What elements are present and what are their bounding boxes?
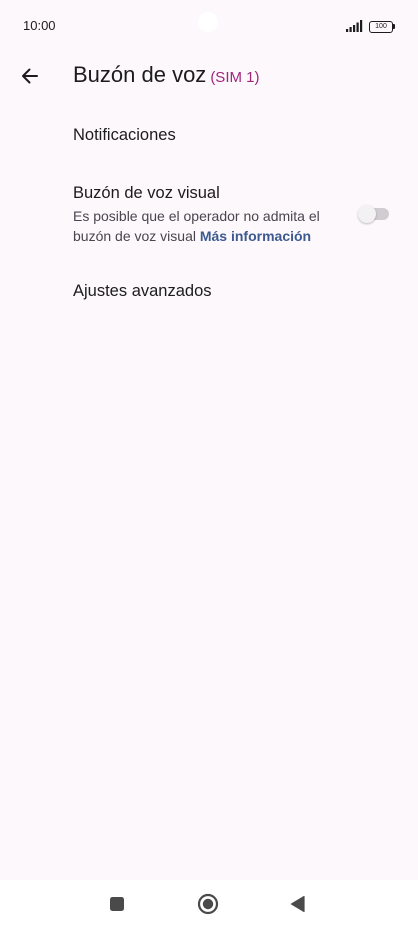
status-bar: 10:00 100 — [0, 0, 418, 52]
camera-cutout — [198, 12, 218, 32]
battery-icon: 100 — [369, 21, 395, 33]
notifications-item[interactable]: Notificaciones — [0, 110, 418, 166]
circle-icon — [197, 893, 219, 915]
back-nav-button[interactable] — [286, 892, 310, 916]
sim-label: (SIM 1) — [210, 69, 260, 86]
square-icon — [110, 897, 124, 911]
battery-tip — [393, 24, 395, 29]
triangle-back-icon — [290, 895, 305, 913]
page-title-text: Buzón de voz — [73, 62, 207, 87]
more-info-link[interactable]: Más información — [200, 228, 311, 244]
visual-voicemail-item[interactable]: Buzón de voz visual Es posible que el op… — [0, 170, 418, 256]
recents-button[interactable] — [105, 892, 129, 916]
visual-voicemail-summary: Es posible que el operador no admita el … — [73, 206, 343, 246]
arrow-left-icon — [22, 68, 38, 84]
toggle-thumb — [358, 205, 376, 223]
app-bar: Buzón de voz (SIM 1) — [0, 52, 418, 100]
status-time: 10:00 — [23, 18, 56, 33]
home-button[interactable] — [196, 892, 220, 916]
back-button[interactable] — [10, 56, 50, 96]
visual-voicemail-title: Buzón de voz visual — [73, 184, 220, 202]
notifications-title: Notificaciones — [73, 126, 176, 144]
signal-icon — [346, 20, 363, 32]
visual-voicemail-toggle[interactable] — [357, 203, 391, 225]
advanced-settings-title: Ajustes avanzados — [73, 282, 212, 300]
page-title: Buzón de voz (SIM 1) — [73, 62, 259, 88]
navigation-bar — [0, 880, 418, 928]
advanced-settings-item[interactable]: Ajustes avanzados — [0, 264, 418, 320]
battery-level: 100 — [369, 21, 393, 33]
